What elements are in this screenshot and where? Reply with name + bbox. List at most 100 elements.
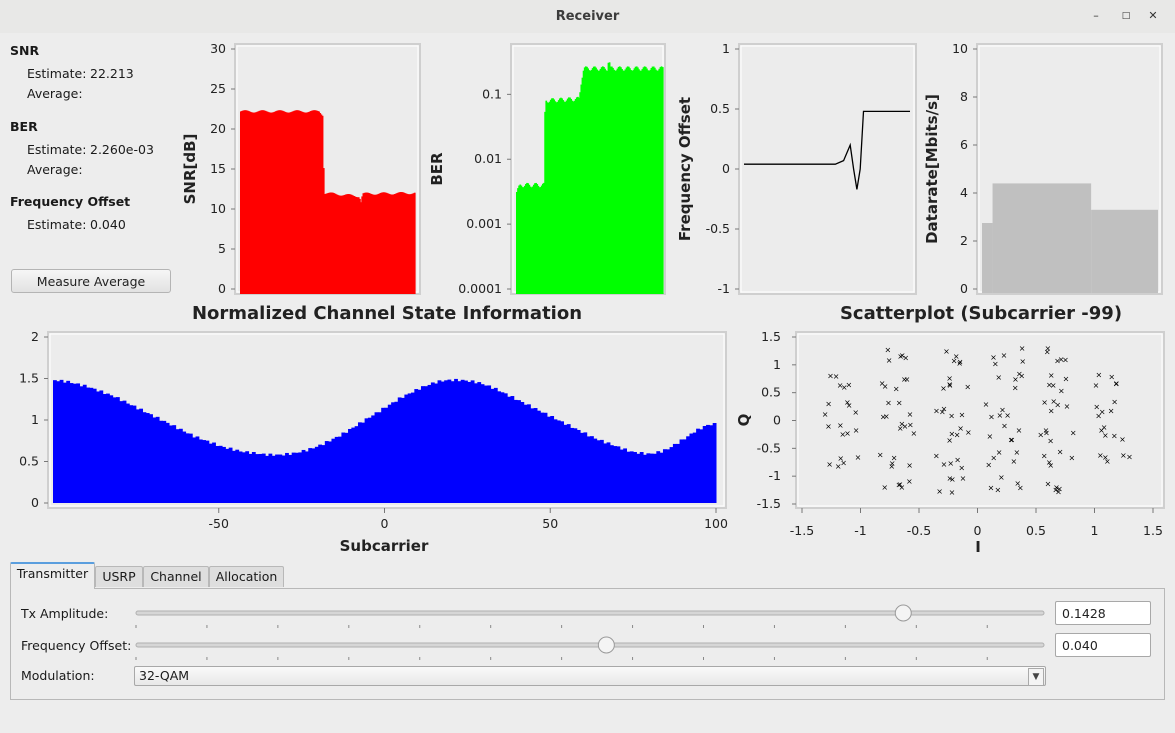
csi-bar (381, 407, 385, 503)
scatter-point: × (906, 461, 913, 470)
csi-bar (169, 425, 173, 503)
csi-bar (580, 432, 584, 503)
csi-ytick-label: 1 (31, 412, 39, 427)
csi-bar (225, 448, 230, 503)
scatter-point: × (1126, 453, 1133, 462)
scatter-xlabel: I (975, 538, 981, 556)
csi-bar (401, 397, 405, 503)
frequency-offset-slider-handle[interactable] (597, 636, 615, 654)
csi-bar (208, 443, 213, 503)
scatter-ytick-label: 0 (773, 413, 781, 428)
frequency-offset-input[interactable] (1055, 633, 1151, 657)
freq-ylabel: Frequency Offset (676, 97, 694, 241)
csi-bar (205, 440, 210, 503)
csi-bar (513, 399, 518, 503)
csi-bar (626, 451, 631, 503)
tab-transmitter[interactable]: Transmitter (10, 562, 95, 589)
scatter-point: × (953, 352, 960, 361)
tab-allocation[interactable]: Allocation (209, 566, 284, 587)
scatter-point: × (1064, 402, 1071, 411)
chevron-down-icon[interactable]: ▼ (1028, 668, 1044, 686)
csi-bar (155, 416, 160, 503)
csi-bar (666, 449, 671, 503)
csi-bar (676, 443, 681, 503)
csi-bar (248, 453, 253, 503)
scatter-point: × (907, 410, 914, 419)
scatter-point: × (948, 430, 955, 439)
csi-bar (377, 412, 382, 503)
csi-bar (523, 404, 528, 503)
scatter-xtick-label: 0.5 (1026, 523, 1046, 538)
tab-channel[interactable]: Channel (143, 566, 209, 587)
csi-bar (689, 433, 694, 503)
csi-bar (709, 425, 714, 503)
csi-bar (480, 384, 485, 503)
csi-bar (76, 383, 81, 503)
csi-bar (82, 384, 87, 503)
scatter-point: × (901, 375, 908, 384)
scatter-point: × (886, 356, 893, 365)
datarate-ylabel: Datarate[Mbits/s] (923, 94, 941, 244)
csi-bar (653, 453, 657, 503)
csi-bar (314, 446, 319, 503)
scatter-point: × (898, 483, 905, 492)
scatter-point: × (896, 399, 903, 408)
scatter-point: × (1008, 435, 1015, 444)
csi-bar (440, 381, 445, 503)
scatter-point: × (852, 408, 859, 417)
scatter-point: × (906, 477, 913, 486)
scatter-xtick-label: 0 (974, 523, 982, 538)
csi-bar (285, 452, 289, 503)
scatter-point: × (940, 384, 947, 393)
csi-xtick-label: -50 (209, 516, 229, 531)
csi-bar (92, 388, 97, 503)
csi-bar (142, 412, 147, 503)
csi-bar (361, 422, 366, 503)
csi-bar (344, 432, 349, 503)
scatter-point: × (1063, 375, 1070, 384)
csi-bar (367, 417, 372, 503)
csi-bar (278, 454, 283, 503)
snr-ytick-label: 30 (210, 41, 226, 56)
modulation-select[interactable]: 32-QAM ▼ (134, 666, 1046, 686)
csi-bar (338, 436, 342, 503)
csi-bar (271, 455, 276, 503)
csi-bar (357, 422, 362, 503)
csi-bar (407, 393, 412, 503)
scatter-point: × (825, 422, 832, 431)
frequency-offset-slider-graphic (135, 636, 1045, 660)
scatter-ytick-label: -1 (769, 468, 781, 483)
scatter-point: × (1044, 347, 1051, 356)
frequency-offset-slider[interactable] (134, 635, 1046, 660)
tx-amplitude-slider[interactable] (134, 603, 1046, 628)
tx-amplitude-slider-handle[interactable] (894, 604, 912, 622)
csi-bar (374, 412, 379, 503)
csi-bar (712, 423, 717, 503)
snr-ytick-label: 20 (210, 121, 226, 136)
csi-bar (699, 429, 704, 503)
csi-bar (66, 380, 71, 503)
scatter-point: × (1041, 398, 1048, 407)
csi-bar (613, 446, 618, 503)
csi-bar (371, 415, 376, 503)
scatter-point: × (1014, 479, 1021, 488)
frequency-offset-slider-groove (135, 642, 1045, 648)
tab-usrp[interactable]: USRP (95, 566, 143, 587)
datarate-ytick-label: 0 (960, 281, 968, 296)
csi-bar (659, 452, 664, 503)
scatter-point: × (1111, 432, 1118, 441)
datarate-ytick-label: 10 (952, 41, 968, 56)
scatter-point: × (1119, 435, 1126, 444)
scatter-point: × (822, 410, 829, 419)
scatter-point: × (1048, 407, 1055, 416)
csi-bar (427, 384, 432, 503)
csi-bar (672, 443, 677, 503)
csi-bar (619, 449, 624, 503)
csi-title: Normalized Channel State Information (192, 303, 582, 324)
csi-bar (172, 425, 177, 503)
scatter-xtick-label: -1.5 (790, 523, 814, 538)
csi-bar (288, 454, 293, 503)
tx-amplitude-label: Tx Amplitude: (21, 606, 109, 621)
tx-amplitude-input[interactable] (1055, 601, 1151, 625)
scatter-xtick-label: 1.5 (1143, 523, 1163, 538)
